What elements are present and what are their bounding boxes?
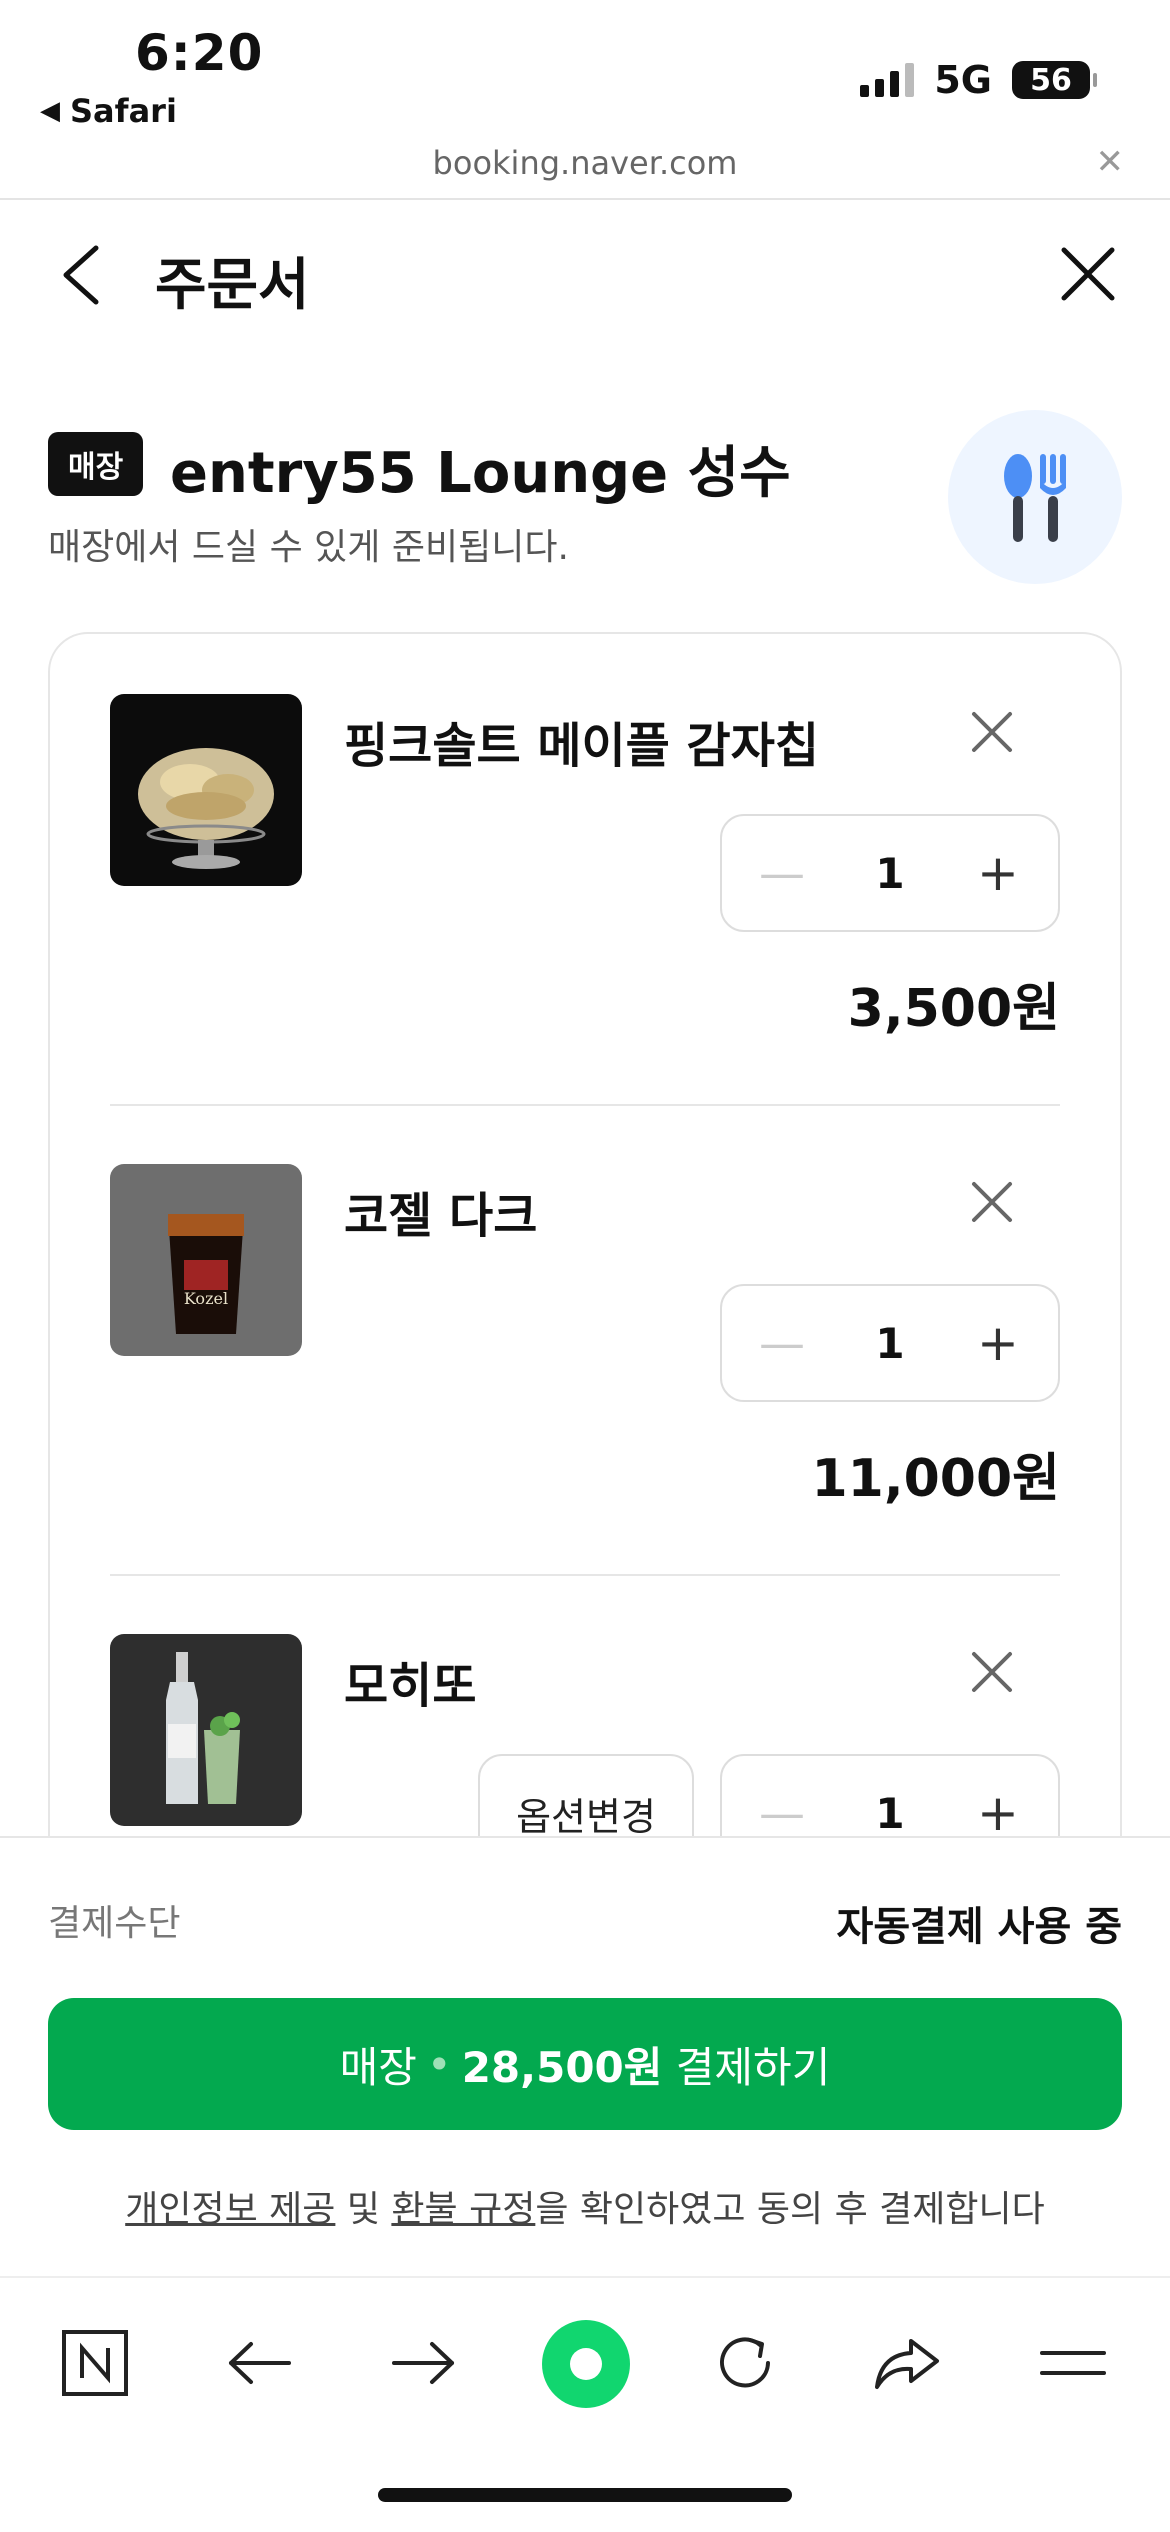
clock: 6:20 bbox=[135, 24, 264, 82]
cart-item: 핑크솔트 메이플 감자칩 — 1 + 3,500원 bbox=[110, 694, 1060, 1106]
item-name: 모히또 bbox=[344, 1658, 477, 1714]
status-indicators: 5G 56 bbox=[860, 58, 1097, 102]
share-icon[interactable] bbox=[862, 2318, 952, 2408]
divider bbox=[110, 1104, 1060, 1106]
pay-button-separator: • bbox=[426, 2039, 452, 2089]
item-thumbnail bbox=[110, 1634, 302, 1826]
item-thumbnail: Kozel bbox=[110, 1164, 302, 1356]
item-name: 코젤 다크 bbox=[344, 1188, 538, 1244]
store-subtitle: 매장에서 드실 수 있게 준비됩니다. bbox=[48, 527, 569, 568]
pay-button-prefix: 매장 bbox=[339, 2042, 417, 2092]
divider bbox=[110, 1574, 1060, 1576]
store-type-badge: 매장 bbox=[48, 432, 144, 496]
back-to-app[interactable]: ◀ Safari bbox=[40, 92, 177, 130]
pay-button[interactable]: 매장 • 28,500원 결제하기 bbox=[48, 1998, 1122, 2130]
quantity-stepper: — 1 + bbox=[720, 814, 1060, 932]
forward-arrow-icon[interactable] bbox=[378, 2318, 468, 2408]
pay-button-amount: 28,500원 bbox=[461, 2042, 663, 2092]
consent-notice: 개인정보 제공 및 환불 규정을 확인하였고 동의 후 결제합니다 bbox=[0, 2180, 1170, 2232]
back-triangle-icon: ◀ bbox=[40, 96, 60, 126]
payment-method-value[interactable]: 자동결제 사용 중 bbox=[837, 1894, 1122, 1952]
store-name: entry55 Lounge 성수 bbox=[170, 441, 791, 506]
cart-item: Kozel 코젤 다크 — 1 + 11,000원 bbox=[110, 1164, 1060, 1576]
network-type: 5G bbox=[934, 58, 992, 102]
refund-policy-link[interactable]: 환불 규정 bbox=[391, 2189, 535, 2230]
quantity-value: 1 bbox=[875, 848, 905, 898]
close-icon[interactable] bbox=[1058, 244, 1118, 304]
browser-toolbar bbox=[0, 2276, 1170, 2532]
back-app-label: Safari bbox=[70, 92, 177, 130]
green-dot-icon[interactable] bbox=[538, 2316, 634, 2412]
increase-button[interactable]: + bbox=[968, 1314, 1028, 1372]
refresh-icon[interactable] bbox=[700, 2318, 790, 2408]
notice-conjunction: 및 bbox=[335, 2189, 392, 2230]
status-bar: 6:20 ◀ Safari 5G 56 bbox=[0, 0, 1170, 140]
item-price: 3,500원 bbox=[847, 979, 1060, 1039]
battery-icon: 56 bbox=[1012, 61, 1097, 99]
cart-card: 핑크솔트 메이플 감자칩 — 1 + 3,500원 Kozel 코젤 다크 — … bbox=[48, 632, 1122, 2032]
item-name: 핑크솔트 메이플 감자칩 bbox=[344, 718, 820, 774]
back-arrow-icon[interactable] bbox=[215, 2318, 305, 2408]
privacy-link[interactable]: 개인정보 제공 bbox=[125, 2189, 335, 2230]
increase-button[interactable]: + bbox=[968, 844, 1028, 902]
signal-icon bbox=[860, 63, 915, 97]
item-price: 11,000원 bbox=[811, 1449, 1060, 1509]
menu-icon[interactable] bbox=[1028, 2318, 1118, 2408]
remove-item-icon[interactable] bbox=[964, 1644, 1020, 1700]
url-text[interactable]: booking.naver.com bbox=[0, 144, 1170, 182]
close-icon[interactable]: ✕ bbox=[1096, 142, 1125, 182]
url-bar[interactable]: booking.naver.com ✕ bbox=[0, 140, 1170, 200]
page-header: 주문서 bbox=[0, 200, 1170, 350]
pay-button-suffix: 결제하기 bbox=[675, 2042, 831, 2092]
decrease-button[interactable]: — bbox=[752, 846, 812, 900]
notice-text: 을 확인하였고 동의 후 결제합니다 bbox=[535, 2189, 1045, 2230]
remove-item-icon[interactable] bbox=[964, 704, 1020, 760]
naver-home-icon[interactable] bbox=[50, 2318, 140, 2408]
item-thumbnail bbox=[110, 694, 302, 886]
page-title: 주문서 bbox=[155, 253, 310, 318]
decrease-button[interactable]: — bbox=[752, 1786, 812, 1840]
increase-button[interactable]: + bbox=[968, 1784, 1028, 1842]
svg-text:Kozel: Kozel bbox=[184, 1289, 228, 1308]
payment-method-label: 결제수단 bbox=[48, 1903, 181, 1944]
home-indicator bbox=[378, 2488, 792, 2502]
quantity-value: 1 bbox=[875, 1788, 905, 1838]
quantity-value: 1 bbox=[875, 1318, 905, 1368]
remove-item-icon[interactable] bbox=[964, 1174, 1020, 1230]
utensils-icon bbox=[948, 410, 1122, 584]
checkout-sheet: 결제수단 자동결제 사용 중 매장 • 28,500원 결제하기 개인정보 제공… bbox=[0, 1836, 1170, 2276]
back-arrow-icon[interactable] bbox=[52, 240, 112, 310]
battery-level: 56 bbox=[1030, 62, 1072, 98]
decrease-button[interactable]: — bbox=[752, 1316, 812, 1370]
quantity-stepper: — 1 + bbox=[720, 1284, 1060, 1402]
